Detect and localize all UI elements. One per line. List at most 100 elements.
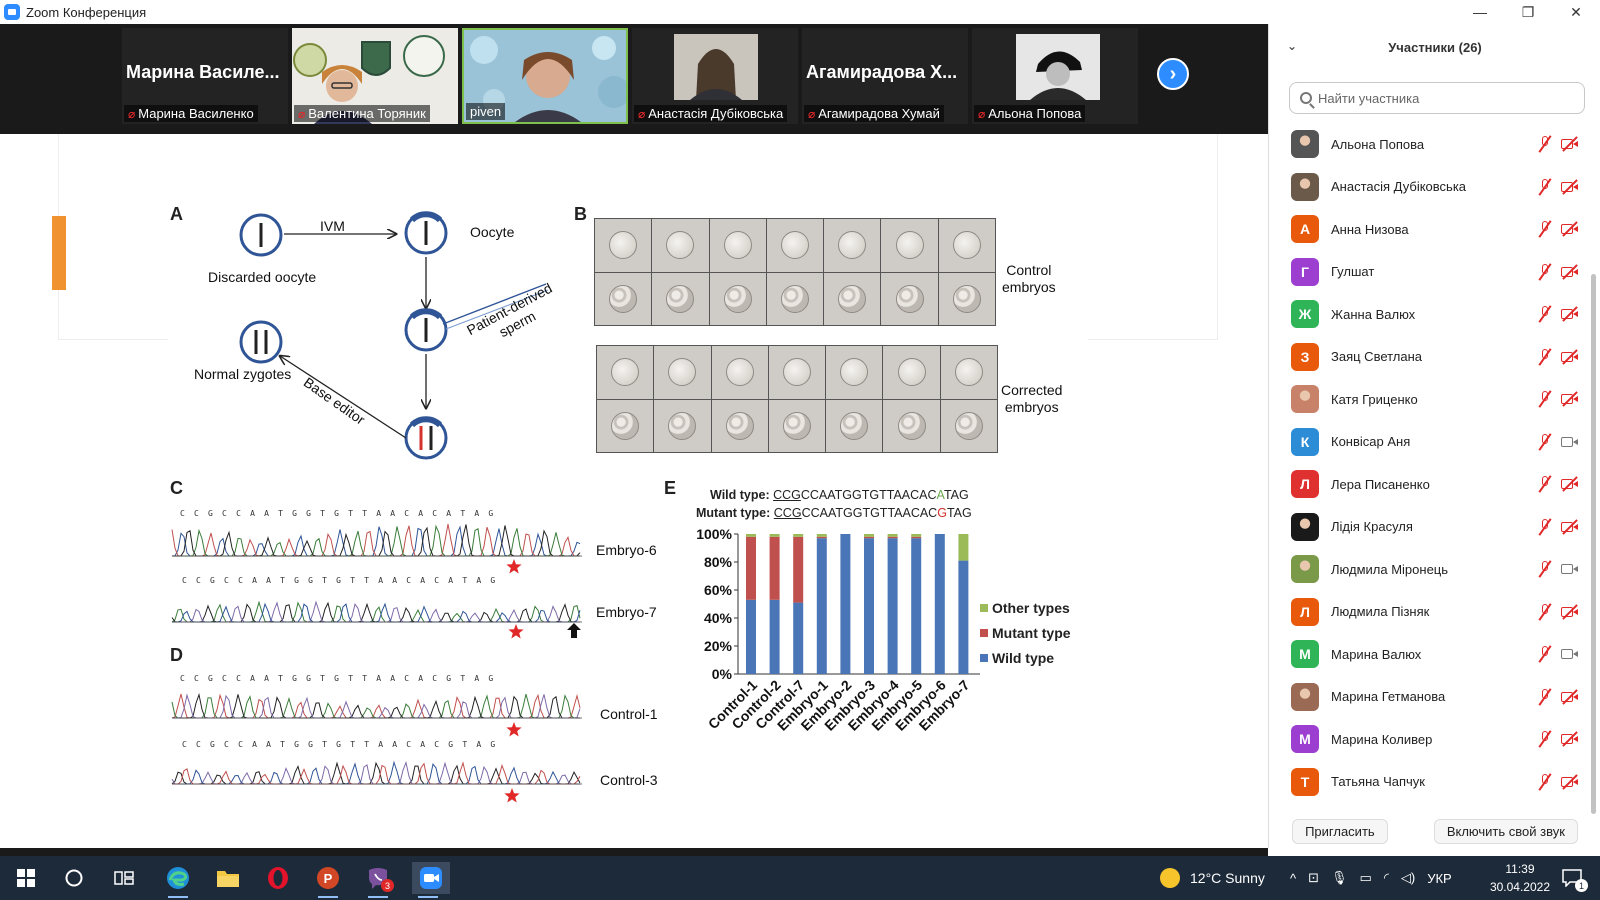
language-indicator[interactable]: УКР [1427, 871, 1452, 886]
bar-segment [746, 599, 756, 674]
participant-status-icons [1538, 475, 1579, 493]
bar-segment [816, 534, 827, 537]
wifi-icon[interactable]: ◜ [1384, 870, 1389, 886]
avatar: М [1291, 725, 1319, 753]
control-embryos-grid [594, 218, 996, 326]
embryo-image [881, 219, 938, 272]
file-explorer-icon[interactable] [212, 862, 244, 894]
mic-muted-icon: ⌀ [128, 106, 136, 121]
tile-nameplate: ⌀ Агамирадова Хумай [804, 105, 944, 122]
microphone-icon[interactable]: 🎙︎ [1331, 870, 1348, 886]
participant-row[interactable]: Л Людмила Пізняк [1269, 591, 1587, 633]
embryo-image [881, 272, 938, 325]
notifications-icon[interactable]: 1 [1556, 862, 1588, 894]
embryo-shape [782, 411, 811, 440]
participant-row[interactable]: Катя Гриценко [1269, 378, 1587, 420]
participant-row[interactable]: Анастасія Дубіковська [1269, 166, 1587, 208]
participant-photo [674, 34, 758, 100]
tile-nameplate: ⌀ Марина Василенко [124, 105, 258, 122]
participant-row[interactable]: М Марина Валюх [1269, 633, 1587, 675]
bar-segment [769, 536, 780, 600]
video-tile[interactable]: ⌀ Валентина Торяник [292, 28, 458, 124]
participant-row[interactable]: А Анна Низова [1269, 208, 1587, 250]
video-on-icon [1561, 563, 1579, 575]
video-tile[interactable]: ⌀ Альона Попова [972, 28, 1138, 124]
embryo-image [883, 346, 940, 399]
chromatogram-trace [172, 692, 580, 719]
bar-segment [816, 536, 827, 539]
legend-swatch [980, 604, 988, 612]
volume-icon[interactable]: ◁) [1401, 870, 1415, 886]
mic-muted-icon: ⌀ [638, 106, 646, 121]
zoom-taskbar-icon[interactable] [412, 862, 450, 898]
taskbar-clock[interactable]: 11:39 30.04.2022 [1490, 860, 1550, 896]
bar-segment [958, 560, 969, 674]
video-tile[interactable]: ⌀ Анастасія Дубіковська [632, 28, 798, 124]
viber-icon[interactable]: 3 [362, 862, 394, 898]
legend-label: Mutant type [992, 625, 1071, 641]
participant-row[interactable]: М Марина Коливер [1269, 718, 1587, 760]
minimize-button[interactable]: — [1456, 0, 1504, 24]
video-tile[interactable]: Агамирадова Х... ⌀ Агамирадова Хумай [802, 28, 968, 124]
opera-browser-icon[interactable] [262, 862, 294, 894]
bar-segment [887, 534, 898, 537]
panel-d-label: D [170, 645, 183, 665]
task-view-icon[interactable] [108, 862, 140, 894]
powerpoint-icon[interactable]: P [312, 862, 344, 898]
chevron-down-icon[interactable]: ⌄ [1287, 39, 1297, 53]
participant-row[interactable]: Т Татьяна Чапчук [1269, 761, 1587, 803]
video-tile[interactable]: Марина Василе... ⌀ Марина Василенко [122, 28, 288, 124]
participant-name: Заяц Светлана [1331, 349, 1423, 364]
embryo-shape [725, 358, 754, 387]
embryo-image [711, 346, 768, 399]
bar-segment [887, 536, 898, 539]
title-bar: Zoom Конференция — ❐ ✕ [0, 0, 1600, 24]
meeting-bottom-edge [0, 848, 1268, 856]
participant-name: Анастасія Дубіковська [1331, 179, 1467, 194]
participant-row[interactable]: З Заяц Светлана [1269, 336, 1587, 378]
search-circle-icon[interactable] [58, 862, 90, 894]
participant-row[interactable]: Г Гулшат [1269, 251, 1587, 293]
edge-browser-icon[interactable] [162, 862, 194, 898]
trace-label-embryo-7: Embryo-7 [596, 604, 657, 620]
system-tray: ^ ⊡ 🎙︎ ▭ ◜ ◁) УКР [1290, 856, 1452, 900]
participant-row[interactable]: Марина Гетманова [1269, 676, 1587, 718]
participant-row[interactable]: Альона Попова [1269, 123, 1587, 165]
participant-row[interactable]: К Конвісар Аня [1269, 421, 1587, 463]
close-button[interactable]: ✕ [1552, 0, 1600, 24]
embryo-shape [952, 284, 981, 313]
participant-row[interactable]: Ж Жанна Валюх [1269, 293, 1587, 335]
arrow-up-icon [567, 623, 581, 638]
mic-muted-icon [1538, 347, 1552, 366]
weather-widget[interactable]: 12°C Sunny [1160, 856, 1265, 900]
participant-row[interactable]: Л Лера Писаненко [1269, 463, 1587, 505]
bar-segment [934, 534, 945, 674]
bar-segment [864, 536, 874, 539]
participant-list-scrollbar[interactable] [1591, 274, 1596, 814]
restore-button[interactable]: ❐ [1504, 0, 1552, 24]
participant-row[interactable]: Людмила Міронець [1269, 548, 1587, 590]
mic-muted-icon [1538, 432, 1552, 451]
participants-title: Участники (26) [1388, 39, 1482, 55]
unmute-myself-button[interactable]: Включить свой звук [1433, 818, 1578, 844]
search-icon [1300, 92, 1312, 104]
participant-status-icons [1538, 602, 1579, 621]
video-tile-active-speaker[interactable]: piven [462, 28, 628, 124]
embryo-image [940, 399, 997, 452]
meet-now-icon[interactable]: ⊡ [1308, 870, 1319, 886]
participant-search-input[interactable]: Найти участника [1289, 82, 1585, 114]
panel-e-label: E [664, 478, 677, 498]
participant-name: Лера Писаненко [1331, 476, 1430, 492]
chevron-up-icon[interactable]: ^ [1290, 871, 1296, 886]
participant-status-icons [1538, 347, 1579, 366]
legend-swatch [980, 654, 988, 662]
windows-start-icon[interactable] [10, 862, 42, 894]
next-page-button[interactable]: › [1157, 58, 1189, 90]
battery-icon[interactable]: ▭ [1360, 870, 1372, 886]
invite-button[interactable]: Пригласить [1292, 818, 1388, 844]
participant-name: Татьяна Чапчук [1331, 774, 1425, 789]
mic-muted-icon [1538, 390, 1552, 408]
bar-segment [911, 534, 922, 537]
panel-bottom-edge [1268, 848, 1600, 856]
participant-row[interactable]: Лідія Красуля [1269, 506, 1587, 548]
